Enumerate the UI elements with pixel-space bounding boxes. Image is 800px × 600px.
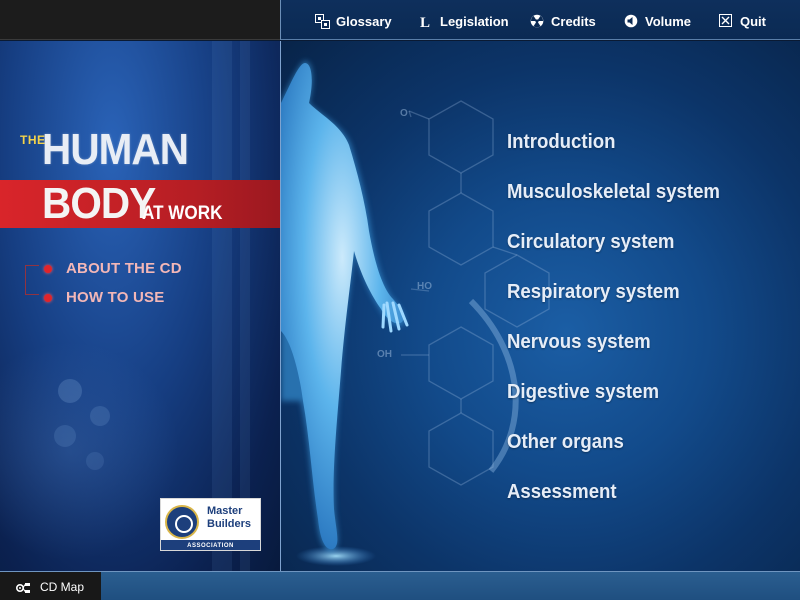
background-stripe [212,41,232,571]
glossary-button[interactable]: Glossary [315,12,392,30]
bullet-dot-icon [44,264,52,273]
logo-name-line1: Master [207,505,243,517]
glossary-label: Glossary [336,13,392,29]
menu-item-musculoskeletal-system[interactable]: Musculoskeletal system [507,181,720,204]
how-to-use-link[interactable]: HOW TO USE [44,289,164,306]
menu-item-circulatory-system[interactable]: Circulatory system [507,231,674,254]
quit-label: Quit [740,13,766,29]
master-builders-logo: Master Builders ASSOCIATION [160,498,261,551]
menu-item-assessment[interactable]: Assessment [507,481,617,504]
menu-item-digestive-system[interactable]: Digestive system [507,381,659,404]
title-at-work: AT WORK [142,203,223,224]
menu-item-nervous-system[interactable]: Nervous system [507,331,651,354]
logo-association: ASSOCIATION [187,543,234,549]
top-bar-left-blank [0,0,280,40]
legislation-button[interactable]: L Legislation [419,12,509,32]
legislation-label: Legislation [440,13,509,29]
top-navigation-bar: Glossary L Legislation Credits Volume Qu… [0,0,800,40]
svg-text:L: L [420,15,430,29]
background-stripe [240,41,250,571]
about-the-cd-label: ABOUT THE CD [66,260,182,277]
credits-label: Credits [551,13,596,29]
quit-icon [719,14,733,28]
association-seal-icon [165,505,199,539]
credits-icon [530,14,544,28]
main-panel: O HO OH Introduction Musculoskeletal sys… [280,41,800,571]
credits-button[interactable]: Credits [530,12,596,30]
quit-button[interactable]: Quit [719,12,766,30]
title-body: BODY [42,179,156,228]
menu-item-introduction[interactable]: Introduction [507,131,615,154]
logo-name-line2: Builders [207,518,252,530]
bullet-dot-icon [44,293,52,302]
menu-item-other-organs[interactable]: Other organs [507,431,624,454]
volume-button[interactable]: Volume [624,12,691,30]
title-human: HUMAN [42,125,189,174]
link-bracket-decoration [25,265,39,295]
cd-map-label: CD Map [40,579,85,594]
cd-map-icon [15,581,32,593]
top-bar-menu: Glossary L Legislation Credits Volume Qu… [280,0,800,40]
legislation-icon: L [419,14,433,31]
left-panel: THE HUMAN BODY AT WORK ABOUT THE CD HOW … [0,41,280,571]
volume-icon [624,14,638,28]
background-cells-graphic [54,379,110,470]
bottom-bar: CD Map [0,571,800,600]
glossary-icon [315,14,330,29]
logo-name: Master Builders [207,505,251,531]
about-the-cd-link[interactable]: ABOUT THE CD [44,260,182,277]
menu-item-respiratory-system[interactable]: Respiratory system [507,281,680,304]
volume-label: Volume [645,13,691,29]
how-to-use-label: HOW TO USE [66,289,165,306]
cd-map-button[interactable]: CD Map [0,572,101,600]
